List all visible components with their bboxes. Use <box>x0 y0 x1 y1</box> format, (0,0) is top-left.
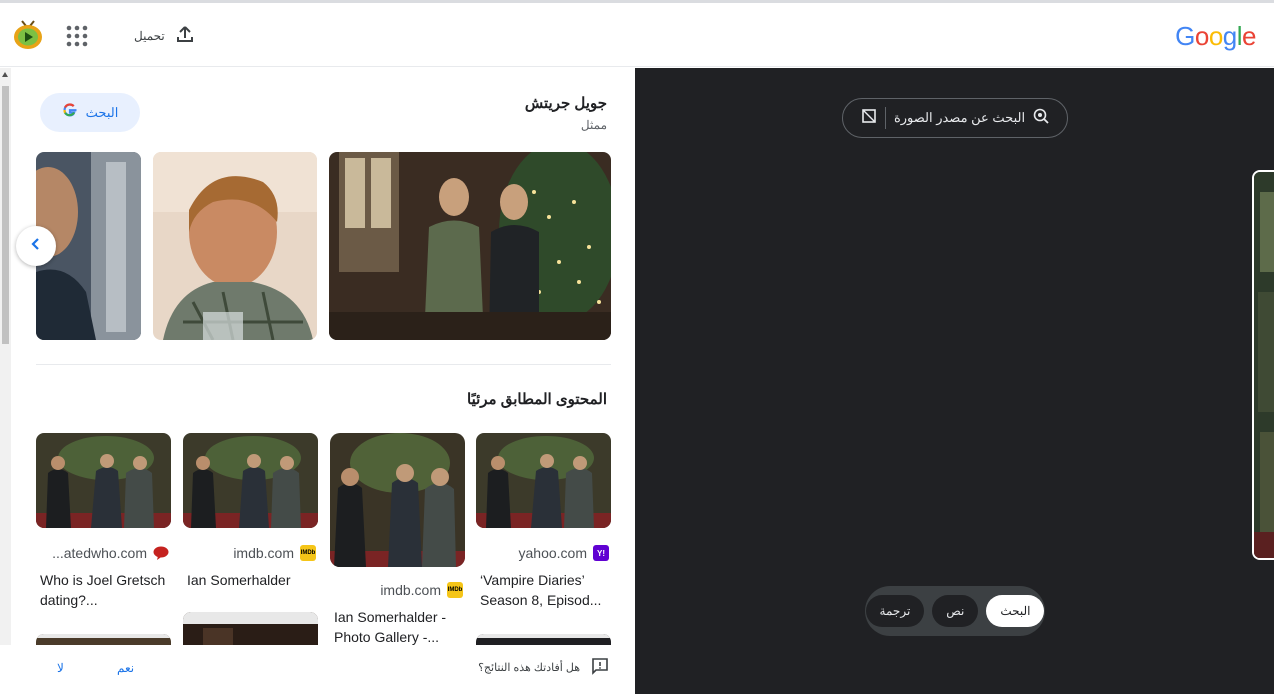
google-g-icon <box>62 102 78 123</box>
entity-photo[interactable] <box>329 152 611 340</box>
results-panel: جويل جريتش ممثل البحث المحتوى المطابق مر… <box>0 68 635 694</box>
visual-match-card[interactable]: yahoo.com Y! ‘Vampire Diaries’ Season 8,… <box>476 433 611 610</box>
result-thumbnail[interactable] <box>330 433 465 567</box>
upload-label: تحميل <box>134 29 165 43</box>
section-divider <box>36 364 611 365</box>
entity-name[interactable]: جويل جريتش <box>525 94 607 112</box>
lens-mode-selector: البحث نص ترجمة <box>865 586 1045 636</box>
mode-translate-button[interactable]: ترجمة <box>865 595 925 627</box>
mode-text-button[interactable]: نص <box>932 595 979 627</box>
feedback-bar: لا نعم هل أفادتك هذه النتائج؟ <box>0 645 635 694</box>
crop-icon[interactable] <box>861 108 877 129</box>
result-source-label: ...atedwho.com <box>52 545 147 561</box>
button-separator <box>884 107 886 129</box>
scrollbar[interactable] <box>0 68 11 694</box>
carousel-prev-button[interactable] <box>16 226 56 266</box>
imdb-favicon-icon: IMDb <box>447 582 463 598</box>
result-source: ...atedwho.com <box>36 544 171 562</box>
logo-letter: o <box>1194 21 1209 51</box>
feedback-no-link[interactable]: لا <box>57 661 64 675</box>
image-search-icon <box>1033 108 1049 129</box>
result-title[interactable]: Ian Somerhalder - Photo Gallery -... <box>330 607 465 647</box>
find-image-source-button[interactable]: البحث عن مصدر الصورة <box>842 98 1068 138</box>
apps-grid-icon[interactable] <box>66 25 88 47</box>
result-title[interactable]: Who is Joel Gretsch dating?... <box>36 570 171 610</box>
mode-search-button[interactable]: البحث <box>986 595 1045 627</box>
entity-subtitle: ممثل <box>580 118 607 132</box>
entity-photo[interactable] <box>153 152 317 340</box>
entity-search-label: البحث <box>85 104 119 120</box>
scroll-up-arrow-icon[interactable] <box>2 72 8 77</box>
visual-match-card[interactable]: imdb.com IMDb Ian Somerhalder <box>183 433 318 590</box>
visual-match-card[interactable]: ...atedwho.com Who is Joel Gretsch datin… <box>36 433 171 610</box>
yahoo-favicon-icon: Y! <box>593 545 609 561</box>
logo-letter: g <box>1222 21 1237 51</box>
logo-letter: G <box>1175 21 1195 51</box>
result-title[interactable]: ‘Vampire Diaries’ Season 8, Episod... <box>476 570 611 610</box>
result-source: imdb.com IMDb <box>330 581 465 599</box>
result-source-label: imdb.com <box>380 582 441 598</box>
logo-letter: o <box>1208 21 1223 51</box>
result-title[interactable]: Ian Somerhalder <box>183 570 318 590</box>
upload-icon <box>175 24 195 49</box>
app-header: تحميل Google <box>0 3 1274 67</box>
scrollbar-thumb[interactable] <box>2 86 9 344</box>
result-thumbnail[interactable] <box>36 433 171 528</box>
result-source-label: imdb.com <box>233 545 294 561</box>
google-logo[interactable]: Google <box>1175 21 1256 52</box>
result-thumbnail[interactable] <box>183 433 318 528</box>
feedback-question: هل أفادتك هذه النتائج؟ <box>478 662 580 674</box>
result-thumbnail[interactable] <box>476 433 611 528</box>
find-image-source-label: البحث عن مصدر الصورة <box>893 110 1026 125</box>
logo-letter: e <box>1242 21 1256 51</box>
chevron-left-icon <box>29 237 43 256</box>
visual-match-card[interactable]: imdb.com IMDb Ian Somerhalder - Photo Ga… <box>330 433 465 647</box>
upload-button[interactable]: تحميل <box>134 21 195 51</box>
lens-image-panel: البحث عن مصدر الصورة البحث نص ترجمة <box>635 68 1274 694</box>
feedback-icon[interactable] <box>591 657 609 675</box>
imdb-favicon-icon: IMDb <box>300 545 316 561</box>
selected-image-preview[interactable] <box>1252 170 1274 560</box>
visual-matches-title: المحتوى المطابق مرئيًا <box>467 391 607 408</box>
feedback-yes-link[interactable]: نعم <box>117 661 134 675</box>
entity-search-button[interactable]: البحث <box>40 93 140 132</box>
result-source-label: yahoo.com <box>518 545 587 561</box>
chat-bubble-favicon-icon <box>153 545 169 561</box>
result-source: yahoo.com Y! <box>476 544 611 562</box>
extension-tv-icon[interactable] <box>12 17 44 51</box>
result-source: imdb.com IMDb <box>183 544 318 562</box>
